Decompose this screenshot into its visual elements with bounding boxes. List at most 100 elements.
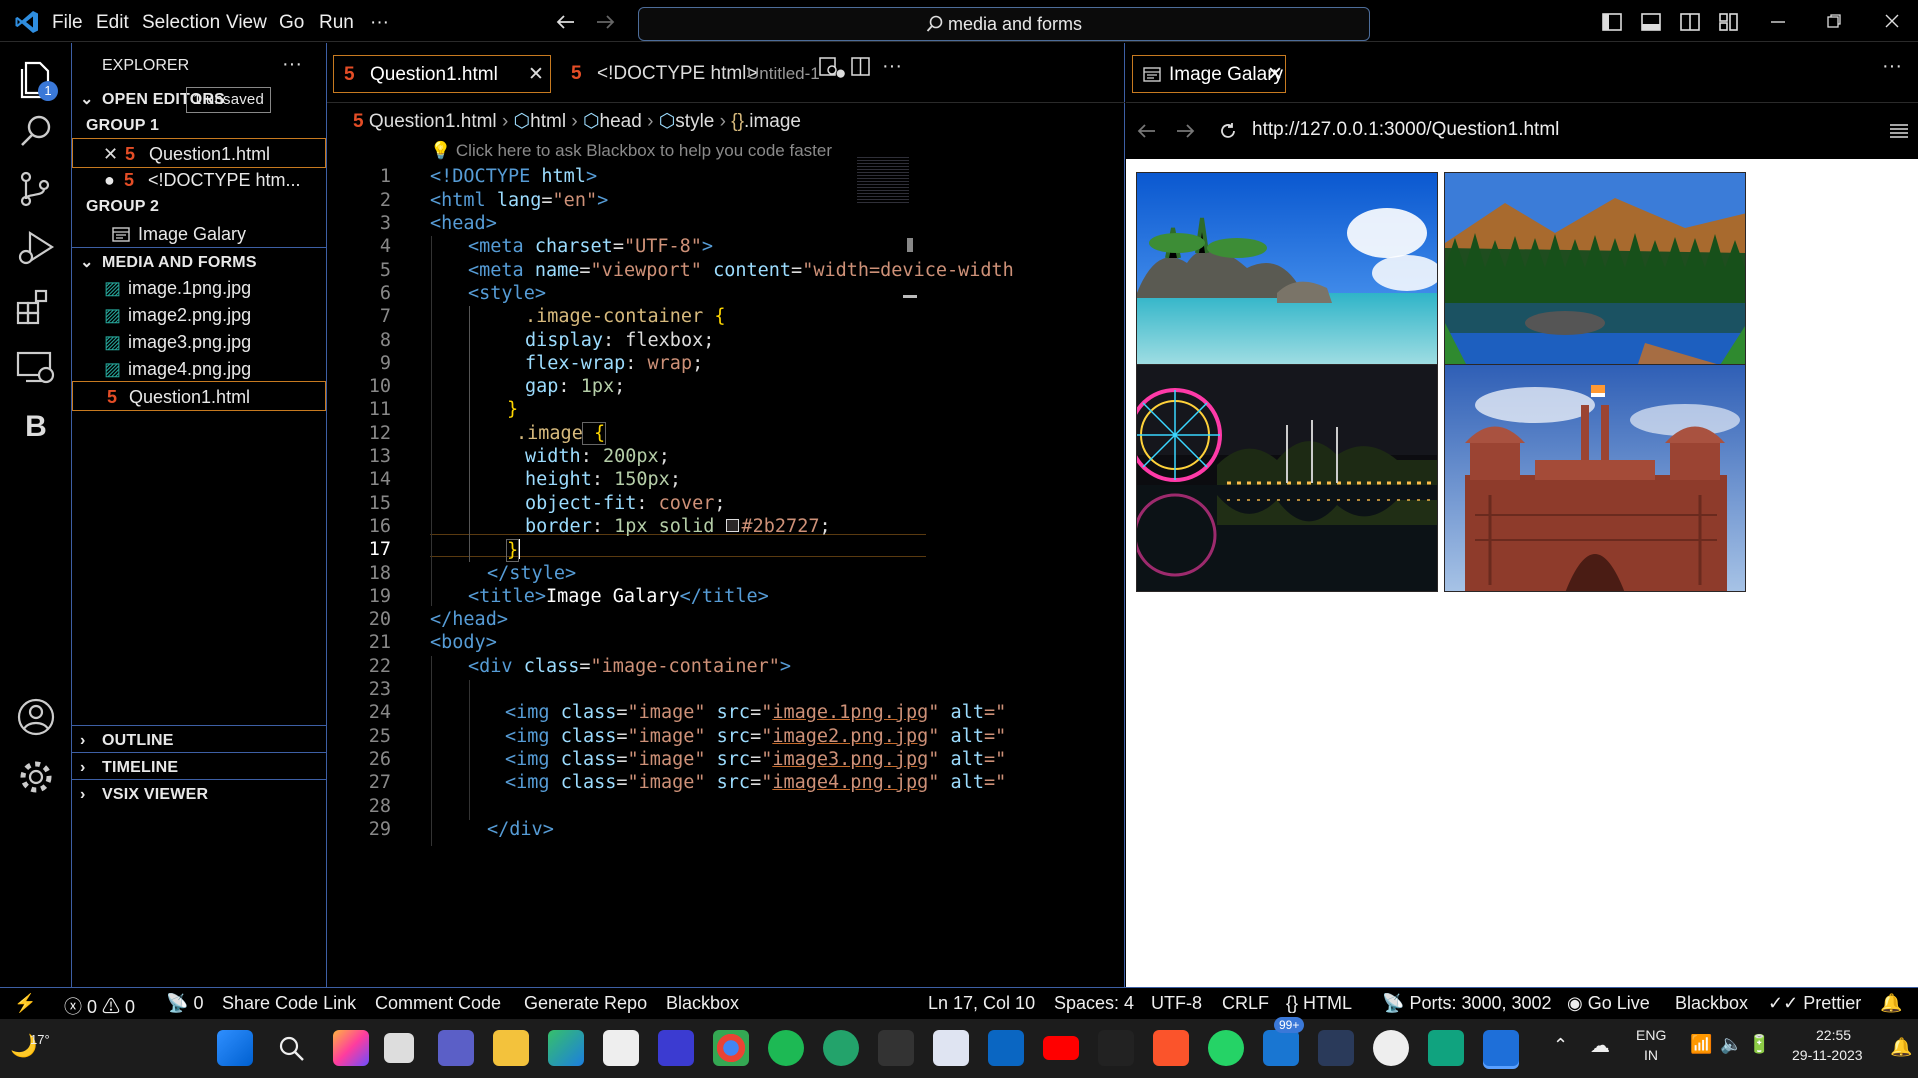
customize-layout-icon[interactable]	[1719, 13, 1739, 31]
status-share-code-link[interactable]: Share Code Link	[222, 993, 356, 1014]
notifications-bell-icon[interactable]: 🔔	[1880, 993, 1902, 1014]
chatgpt-app-icon[interactable]	[1428, 1030, 1464, 1066]
explorer-more-button[interactable]: ···	[282, 53, 302, 76]
volume-icon[interactable]: 🔈	[1720, 1034, 1742, 1055]
hamburger-menu-icon[interactable]	[1890, 124, 1908, 138]
open-preview-icon[interactable]	[819, 57, 839, 77]
back-arrow-icon[interactable]	[555, 14, 575, 30]
menu-more[interactable]: ···	[370, 12, 389, 34]
edge-app-icon[interactable]	[548, 1030, 584, 1066]
taskbar-search-icon[interactable]	[277, 1034, 305, 1062]
code-area[interactable]: 1 2 3 4 5 6 7 8 9 10 11 12 13 14 15 16 17 18 19 20 21 22 23 24 2…	[327, 162, 1125, 987]
app-icon[interactable]	[1098, 1030, 1134, 1066]
color-swatch[interactable]	[725, 519, 739, 532]
toggle-primary-sidebar-icon[interactable]	[1602, 13, 1622, 31]
app-icon[interactable]	[1318, 1030, 1354, 1066]
notification-center-icon[interactable]: 🔔	[1890, 1037, 1912, 1058]
app-icon[interactable]	[823, 1030, 859, 1066]
back-arrow-icon[interactable]	[1136, 123, 1156, 139]
minimap[interactable]	[857, 155, 909, 205]
language-mode[interactable]: {} HTML	[1286, 993, 1352, 1014]
menu-selection[interactable]: Selection	[142, 12, 220, 34]
scrollbar-thumb[interactable]	[907, 238, 913, 252]
close-icon[interactable]: ✕	[103, 139, 118, 167]
wifi-icon[interactable]: 📶	[1690, 1034, 1712, 1055]
clock-time[interactable]: 22:55	[1816, 1027, 1851, 1043]
vscode-app-icon[interactable]	[1483, 1030, 1519, 1066]
reload-icon[interactable]	[1218, 121, 1238, 141]
app-icon[interactable]	[878, 1030, 914, 1066]
copilot-app-icon[interactable]	[333, 1030, 369, 1066]
end-of-line[interactable]: CRLF	[1222, 993, 1269, 1014]
blackbox-activity[interactable]: B	[14, 405, 58, 449]
breadcrumb-item[interactable]: html	[530, 111, 566, 132]
breadcrumb-item[interactable]: Question1.html	[369, 111, 497, 132]
menu-file[interactable]: File	[52, 12, 83, 34]
ports-forwarded[interactable]: 📡 Ports: 3000, 3002	[1382, 993, 1552, 1014]
open-editor-image-galary[interactable]: Image Galary	[72, 219, 326, 249]
vsix-viewer-header[interactable]: › VSIX VIEWER	[72, 779, 326, 809]
teams-app-icon[interactable]	[438, 1030, 474, 1066]
github-app-icon[interactable]	[1373, 1030, 1409, 1066]
minimize-icon[interactable]	[1771, 20, 1785, 24]
menu-view[interactable]: View	[226, 12, 267, 34]
breadcrumb-item[interactable]: head	[600, 111, 642, 132]
ports-indicator[interactable]: 📡 0	[166, 993, 203, 1014]
token[interactable]: image4.png.jpg	[772, 772, 928, 793]
task-view-icon[interactable]	[384, 1033, 414, 1063]
file-item-selected[interactable]: 5 Question1.html	[72, 381, 326, 411]
whatsapp-app-icon[interactable]	[1208, 1030, 1244, 1066]
close-window-icon[interactable]	[1885, 14, 1899, 28]
menu-run[interactable]: Run	[319, 12, 354, 34]
split-editor-icon[interactable]	[851, 57, 871, 77]
spotify-app-icon[interactable]	[768, 1030, 804, 1066]
file-item[interactable]: ▨ image4.png.jpg	[72, 354, 326, 384]
close-icon[interactable]: ✕	[528, 56, 544, 94]
status-comment-code[interactable]: Comment Code	[375, 993, 501, 1014]
status-generate-repo[interactable]: Generate Repo	[524, 993, 647, 1014]
chrome-app-icon[interactable]	[713, 1030, 749, 1066]
file-item[interactable]: ▨ image3.png.jpg	[72, 327, 326, 357]
app-icon[interactable]	[933, 1030, 969, 1066]
cursor-position[interactable]: Ln 17, Col 10	[928, 993, 1035, 1014]
tray-chevron-icon[interactable]: ⌃	[1553, 1035, 1568, 1056]
explorer-activity[interactable]: 1	[14, 57, 58, 101]
run-debug-activity[interactable]	[14, 225, 58, 269]
token[interactable]: image.1png.jpg	[772, 702, 928, 723]
token[interactable]: image2.png.jpg	[772, 726, 928, 747]
vpn-app-icon[interactable]	[658, 1030, 694, 1066]
menu-go[interactable]: Go	[279, 12, 304, 34]
status-blackbox-left[interactable]: Blackbox	[666, 993, 739, 1014]
outline-header[interactable]: › OUTLINE	[72, 725, 326, 755]
app-icon[interactable]	[1263, 1030, 1299, 1066]
toggle-panel-icon[interactable]	[1641, 13, 1661, 31]
input-language[interactable]: ENG	[1636, 1027, 1666, 1043]
source-control-activity[interactable]	[14, 167, 58, 211]
forward-arrow-icon[interactable]	[596, 14, 616, 30]
file-item[interactable]: ▨ image2.png.jpg	[72, 300, 326, 330]
tab-untitled[interactable]: 5 <!DOCTYPE html> Untitled-1 ●	[571, 55, 861, 93]
accounts-activity[interactable]	[14, 695, 58, 739]
url-field[interactable]: http://127.0.0.1:3000/Question1.html	[1252, 119, 1559, 141]
open-editor-untitled[interactable]: ● 5 <!DOCTYPE htm...	[72, 165, 326, 195]
command-center-search[interactable]: media and forms	[638, 7, 1370, 41]
preview-more-button[interactable]: ···	[1882, 55, 1902, 78]
tab-image-galary[interactable]: Image Galary ✕	[1132, 55, 1286, 93]
store-app-icon[interactable]	[603, 1030, 639, 1066]
close-icon[interactable]: ✕	[1267, 56, 1283, 94]
token[interactable]: image3.png.jpg	[772, 749, 928, 770]
settings-activity[interactable]	[14, 755, 58, 799]
encoding[interactable]: UTF-8	[1151, 993, 1202, 1014]
remote-indicator-icon[interactable]: ⚡	[14, 993, 36, 1014]
brave-app-icon[interactable]	[1153, 1030, 1189, 1066]
remote-explorer-activity[interactable]	[14, 345, 58, 389]
youtube-app-icon[interactable]	[1043, 1036, 1079, 1060]
problems-indicator[interactable]: ⓧ 0 ⚠ 0	[64, 993, 135, 1019]
editor-more-button[interactable]: ···	[882, 55, 902, 78]
search-activity[interactable]	[14, 109, 58, 153]
blackbox-hint[interactable]: 💡 Click here to ask Blackbox to help you…	[430, 141, 832, 161]
indentation[interactable]: Spaces: 4	[1054, 993, 1134, 1014]
forward-arrow-icon[interactable]	[1176, 123, 1196, 139]
start-button-icon[interactable]	[217, 1030, 253, 1066]
breadcrumb-item[interactable]: .image	[744, 111, 801, 132]
